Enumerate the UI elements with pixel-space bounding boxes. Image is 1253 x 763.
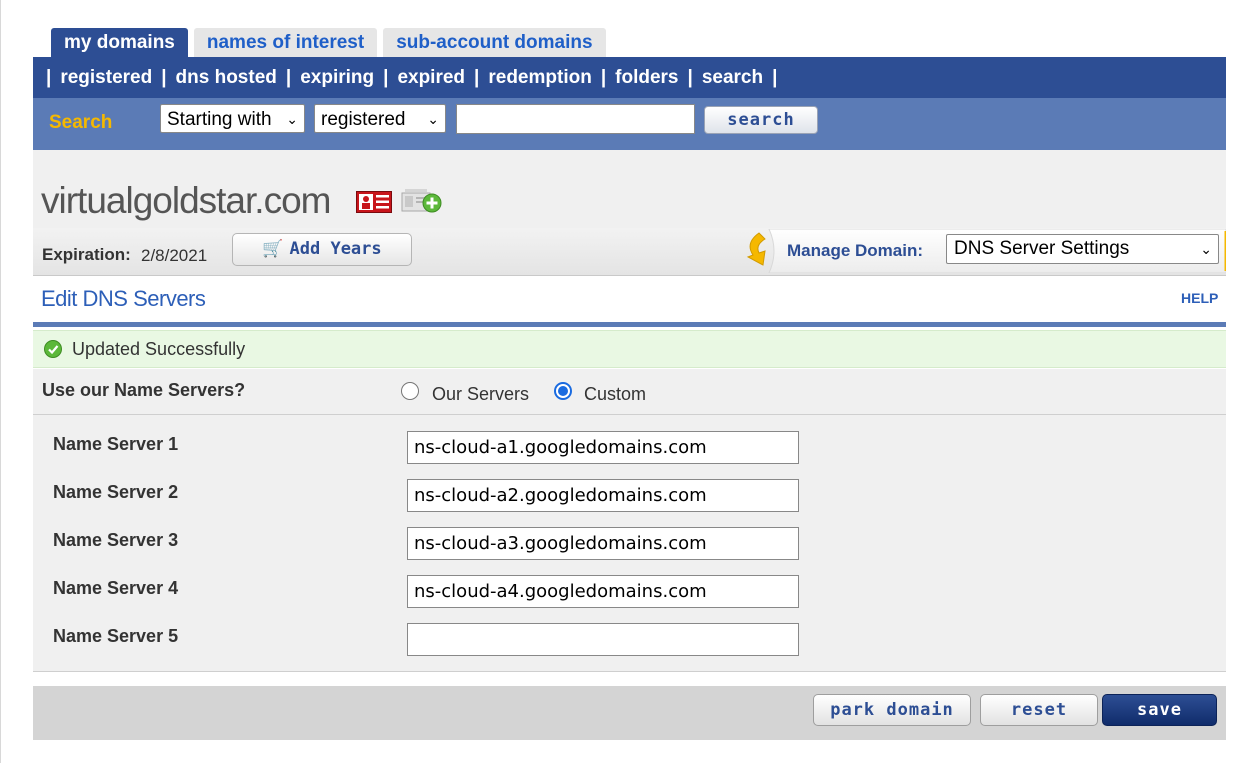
- add-card-icon[interactable]: [401, 185, 443, 215]
- success-text: Updated Successfully: [72, 339, 246, 359]
- name-server-4-label: Name Server 4: [53, 578, 179, 598]
- help-link[interactable]: HELP: [1181, 290, 1218, 306]
- search-scope-value: registered: [321, 109, 406, 130]
- nav-item-redemption[interactable]: redemption: [488, 67, 591, 89]
- name-server-2-input[interactable]: ns-cloud-a2.googledomains.com: [407, 479, 799, 512]
- name-server-1-input[interactable]: ns-cloud-a1.googledomains.com: [407, 431, 799, 464]
- custom-servers-label: Custom: [584, 384, 647, 404]
- domain-nav-bar: | registered | dns hosted | expiring | e…: [33, 57, 1226, 98]
- search-label: Search: [49, 112, 113, 133]
- add-years-button[interactable]: 🛒 Add Years: [232, 233, 412, 266]
- use-name-servers-label: Use our Name Servers?: [42, 380, 246, 400]
- name-server-5-label: Name Server 5: [53, 626, 179, 646]
- search-mode-value: Starting with: [167, 109, 272, 130]
- search-bar: Search Starting with ⌄ registered ⌄ sear…: [33, 98, 1226, 150]
- chevron-down-icon: ⌄: [427, 111, 439, 127]
- manage-domain-select[interactable]: DNS Server Settings ⌄: [946, 234, 1219, 264]
- name-server-4-input[interactable]: ns-cloud-a4.googledomains.com: [407, 575, 799, 608]
- custom-servers-radio[interactable]: [554, 382, 572, 400]
- nav-item-expired[interactable]: expired: [397, 67, 465, 89]
- chevron-down-icon: ⌄: [286, 111, 298, 127]
- cart-icon: 🛒: [262, 239, 284, 259]
- expiration-date: 2/8/2021: [141, 246, 208, 265]
- check-circle-icon: [44, 340, 62, 358]
- name-servers-form: Name Server 1 ns-cloud-a1.googledomains.…: [33, 415, 1226, 672]
- use-name-servers-row: Use our Name Servers? Our Servers Custom: [33, 369, 1226, 415]
- domain-name-title: virtualgoldstar.com: [41, 180, 331, 221]
- tab-names-of-interest[interactable]: names of interest: [193, 28, 378, 57]
- nav-separator: |: [600, 66, 607, 88]
- search-button[interactable]: search: [704, 106, 818, 134]
- name-server-5-input[interactable]: [407, 623, 799, 656]
- nav-separator: |: [474, 66, 480, 88]
- name-server-3-label: Name Server 3: [53, 530, 179, 550]
- nav-item-folders[interactable]: folders: [615, 67, 678, 89]
- park-domain-button[interactable]: park domain: [813, 694, 971, 726]
- success-message: Updated Successfully: [33, 330, 1226, 368]
- our-servers-label: Our Servers: [432, 384, 530, 404]
- name-server-3-input[interactable]: ns-cloud-a3.googledomains.com: [407, 527, 799, 560]
- save-button[interactable]: save: [1102, 694, 1217, 726]
- contact-card-icon[interactable]: [356, 191, 392, 213]
- tab-my-domains[interactable]: my domains: [51, 28, 188, 57]
- search-mode-select[interactable]: Starting with ⌄: [160, 104, 305, 133]
- expiration-bar: Expiration: 2/8/2021 🛒 Add Years Manage D…: [33, 228, 1226, 276]
- name-server-1-label: Name Server 1: [53, 434, 179, 454]
- page-left-border: [0, 0, 1, 763]
- chevron-down-icon: ⌄: [1200, 241, 1212, 257]
- domain-tabs: my domains names of interest sub-account…: [51, 28, 612, 58]
- manage-domain-label: Manage Domain:: [787, 241, 924, 260]
- our-servers-radio[interactable]: [401, 382, 419, 400]
- section-divider: [33, 322, 1226, 327]
- form-footer: park domain reset save: [33, 686, 1226, 740]
- nav-separator: |: [383, 66, 389, 88]
- nav-item-registered[interactable]: registered: [60, 67, 152, 89]
- nav-item-dns-hosted[interactable]: dns hosted: [176, 67, 277, 89]
- page-title: Edit DNS Servers: [41, 286, 206, 311]
- reset-button[interactable]: reset: [980, 694, 1098, 726]
- nav-separator: |: [285, 66, 292, 88]
- nav-separator: |: [772, 66, 778, 88]
- nav-separator: |: [687, 66, 693, 88]
- search-scope-select[interactable]: registered ⌄: [314, 104, 446, 133]
- search-input[interactable]: [456, 104, 695, 134]
- nav-item-expiring[interactable]: expiring: [300, 67, 374, 89]
- nav-separator: |: [46, 66, 52, 88]
- manage-domain-value: DNS Server Settings: [954, 238, 1130, 259]
- nav-item-search[interactable]: search: [702, 67, 763, 89]
- tab-sub-account-domains[interactable]: sub-account domains: [383, 28, 606, 57]
- nav-separator: |: [161, 66, 167, 88]
- add-years-label: Add Years: [289, 239, 382, 259]
- name-server-2-label: Name Server 2: [53, 482, 179, 502]
- expiration-label: Expiration:: [42, 245, 131, 264]
